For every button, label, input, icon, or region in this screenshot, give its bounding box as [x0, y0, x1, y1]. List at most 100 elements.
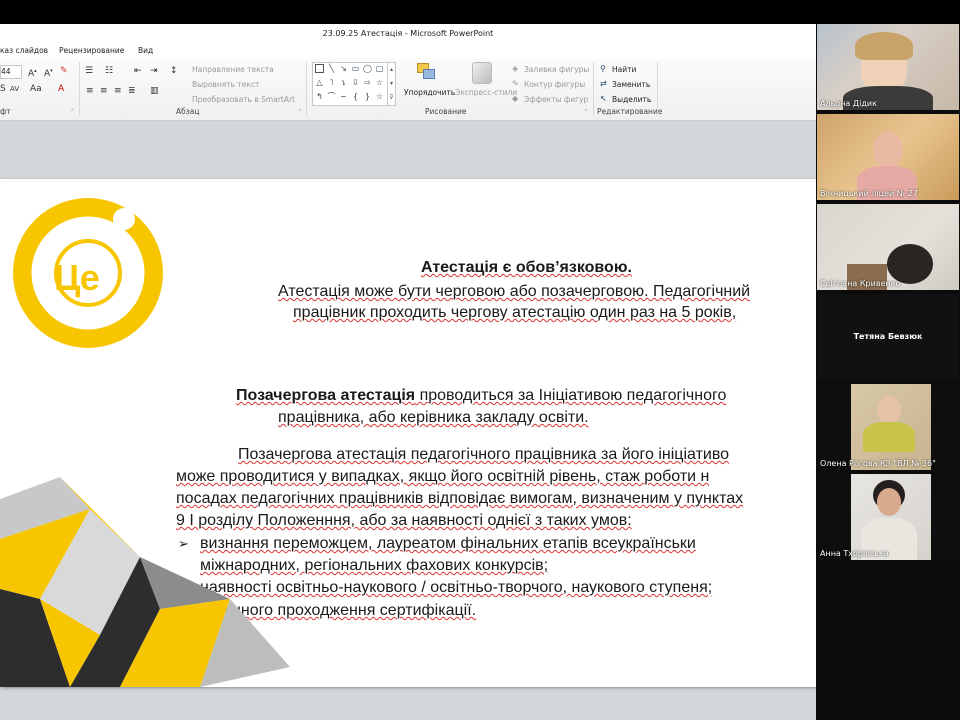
- intro-line-2-text: працівник проходить чергову атестацію од…: [293, 304, 737, 321]
- participant-name: Анна Тхорівська: [820, 549, 889, 558]
- participant-name: Тетяна Бевзюк: [853, 332, 923, 341]
- intro-line-2: працівник проходить чергову атестацію од…: [293, 304, 736, 322]
- font-size-field[interactable]: 44: [0, 65, 22, 79]
- rounded-rect-shape-icon[interactable]: ▢: [375, 64, 384, 73]
- effects-icon: ◆: [512, 94, 519, 103]
- arrow-shape-icon[interactable]: ↘: [339, 64, 348, 73]
- participant-tile[interactable]: Альона Дідик: [817, 24, 959, 110]
- scribble-shape-icon[interactable]: ~: [339, 92, 348, 101]
- title-bar: 23.09.25 Атестація - Microsoft PowerPoin…: [0, 24, 816, 44]
- participant-tile[interactable]: Вінницький ліцей № 27: [817, 114, 959, 200]
- change-case-icon[interactable]: Aa: [30, 84, 42, 94]
- shape-effects-button[interactable]: Эффекты фигур: [524, 95, 588, 104]
- participant-tile[interactable]: Світлана Кривенко: [817, 204, 959, 290]
- participant-tile[interactable]: Тетяна Бевзюк: [817, 294, 959, 380]
- screen-top-bar: [0, 0, 960, 24]
- align-center-icon[interactable]: ≡: [100, 86, 108, 96]
- participant-face: [877, 396, 901, 424]
- numbering-icon[interactable]: ☷: [105, 66, 113, 76]
- logo-text: Це: [54, 257, 100, 298]
- oval-shape-icon[interactable]: ◯: [363, 64, 372, 73]
- window-title: 23.09.25 Атестація - Microsoft PowerPoin…: [322, 29, 494, 38]
- participant-face: [877, 488, 901, 516]
- font-color-icon[interactable]: A: [58, 84, 64, 94]
- participant-face: [873, 132, 903, 168]
- shapes-gallery[interactable]: ╲ ↘ ▭ ◯ ▢ △ ˥ ɿ ⇩ ⇨ ☆ ↰ ⌒ ~ { } ☆ ▴ ▾ ⊽: [312, 62, 396, 106]
- line-shape-icon[interactable]: ╲: [327, 64, 336, 73]
- rectangle-shape-icon[interactable]: ▭: [351, 64, 360, 73]
- arrange-icon[interactable]: [416, 62, 436, 82]
- app-root: 23.09.25 Атестація - Microsoft PowerPoin…: [0, 0, 960, 720]
- align-left-icon[interactable]: ≡: [86, 86, 94, 96]
- spacing-icon[interactable]: AV: [10, 84, 19, 94]
- strikethrough-icon[interactable]: S: [0, 84, 6, 94]
- paragraph-group-label: Абзац: [176, 107, 200, 116]
- participant-body: [863, 422, 915, 452]
- curve-shape-icon[interactable]: ⌒: [327, 92, 336, 101]
- convert-smartart-button[interactable]: Преобразовать в SmartArt: [192, 95, 295, 104]
- align-text-button[interactable]: Выровнять текст: [192, 80, 259, 89]
- participant-name: Вінницький ліцей № 27: [820, 189, 918, 198]
- drawing-dialog-launcher-icon[interactable]: ⌟: [584, 104, 587, 114]
- participant-hair: [887, 244, 933, 284]
- participant-hair: [855, 32, 913, 60]
- decrease-indent-icon[interactable]: ⇤: [134, 66, 142, 76]
- shape-outline-button[interactable]: Контур фигуры: [524, 80, 585, 89]
- triangle-shape-icon[interactable]: △: [315, 78, 324, 87]
- ribbon: 44 A▴ A▾ ✎ S AV Aa A фт ⌟ ☰ ☷ ⇤ ⇥ ↕ ≡ ≡ …: [0, 58, 816, 121]
- connector-shape-icon[interactable]: ɿ: [339, 78, 348, 87]
- tab-view[interactable]: Вид: [138, 44, 153, 58]
- star-shape-icon[interactable]: ☆: [375, 78, 384, 87]
- decorative-triangles: [0, 477, 290, 687]
- font-dialog-launcher-icon[interactable]: ⌟: [70, 104, 73, 114]
- select-button[interactable]: Выделить: [612, 95, 651, 104]
- shapes-scroll[interactable]: ▴ ▾ ⊽: [387, 63, 395, 105]
- text-direction-button[interactable]: Направление текста: [192, 65, 274, 74]
- workspace-background: [0, 121, 816, 181]
- arrange-button[interactable]: Упорядочить: [404, 88, 455, 97]
- ribbon-tabs: каз слайдов Рецензирование Вид: [0, 44, 816, 58]
- editing-group-label: Редактирование: [597, 107, 663, 116]
- powerpoint-window: 23.09.25 Атестація - Microsoft PowerPoin…: [0, 24, 816, 720]
- brace-shape-icon[interactable]: {: [351, 92, 360, 101]
- slide-canvas[interactable]: Це Атестація є обов’язковою. Атестація м…: [0, 179, 816, 687]
- quick-styles-icon[interactable]: [472, 62, 492, 84]
- elbow-shape-icon[interactable]: ˥: [327, 78, 336, 87]
- shrink-font-icon[interactable]: A▾: [44, 66, 53, 79]
- columns-icon[interactable]: ▥: [150, 86, 159, 96]
- clear-format-icon[interactable]: ✎: [60, 66, 68, 76]
- p2-line-2: працівника, або керівника закладу освіти…: [278, 409, 589, 427]
- grow-font-icon[interactable]: A▴: [28, 66, 37, 79]
- participant-tile[interactable]: Анна Тхорівська: [817, 474, 959, 560]
- down-arrow-shape-icon[interactable]: ⇩: [351, 78, 360, 87]
- participant-tile[interactable]: Олена Рогова КЗ "ВЛ № 36": [817, 384, 959, 470]
- bullets-icon[interactable]: ☰: [85, 66, 93, 76]
- text-box-shape-icon[interactable]: [315, 64, 324, 73]
- participant-name: Олена Рогова КЗ "ВЛ № 36": [820, 459, 936, 468]
- star5-shape-icon[interactable]: ☆: [375, 92, 384, 101]
- tab-review[interactable]: Рецензирование: [59, 44, 124, 58]
- participant-video: [851, 474, 931, 560]
- freeform-shape-icon[interactable]: ↰: [315, 92, 324, 101]
- drawing-group-label: Рисование: [425, 107, 467, 116]
- align-right-icon[interactable]: ≡: [114, 86, 122, 96]
- increase-indent-icon[interactable]: ⇥: [150, 66, 158, 76]
- find-button[interactable]: Найти: [612, 65, 636, 74]
- line-spacing-icon[interactable]: ↕: [170, 66, 178, 76]
- font-group-label: фт: [0, 107, 11, 116]
- intro-line-1: Атестація може бути черговою або позачер…: [278, 283, 750, 301]
- participant-name: Світлана Кривенко: [820, 279, 901, 288]
- binoculars-icon: ⚲: [600, 64, 606, 73]
- quick-styles-button[interactable]: Экспресс-стили: [455, 88, 517, 97]
- p2-bold-text: Позачергова атестація: [236, 387, 416, 404]
- replace-button[interactable]: Заменить: [612, 80, 650, 89]
- paragraph-dialog-launcher-icon[interactable]: ⌟: [298, 104, 301, 114]
- justify-icon[interactable]: ≣: [128, 86, 136, 96]
- p2-rest-text: проводиться за Ініціативою педагогічного: [415, 387, 727, 404]
- shape-fill-button[interactable]: Заливка фигуры: [524, 65, 589, 74]
- participant-name: Альона Дідик: [820, 99, 877, 108]
- p2-line-1: Позачергова атестація проводиться за Іні…: [236, 387, 726, 405]
- right-arrow-shape-icon[interactable]: ⇨: [363, 78, 372, 87]
- tab-slideshow[interactable]: каз слайдов: [0, 44, 48, 58]
- close-brace-shape-icon[interactable]: }: [363, 92, 372, 101]
